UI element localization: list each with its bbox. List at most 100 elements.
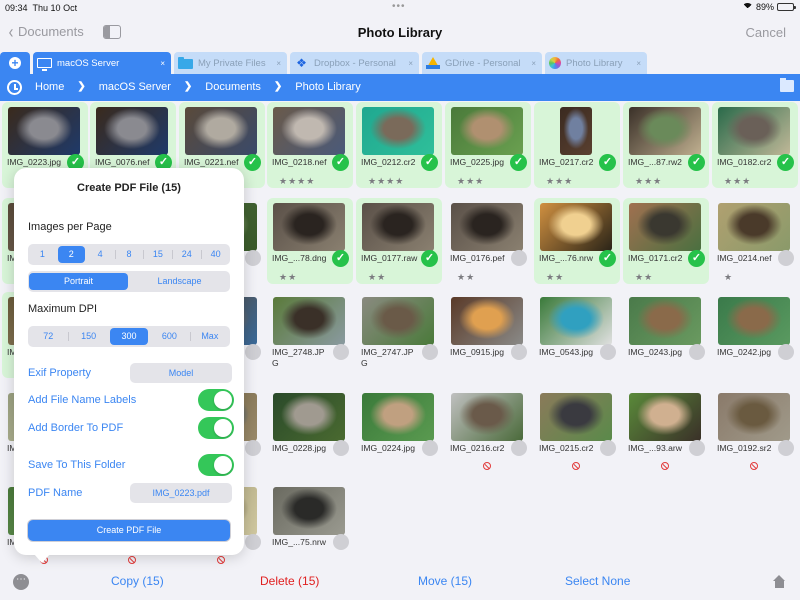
move-button[interactable]: Move (15) (418, 574, 472, 588)
delete-button[interactable]: Delete (15) (260, 574, 319, 588)
tab-close-icon[interactable]: × (531, 59, 536, 68)
save-to-folder-toggle[interactable] (198, 454, 234, 476)
select-circle-icon[interactable] (778, 344, 794, 360)
tab-dropbox-personal[interactable]: ❖ Dropbox - Personal × (290, 52, 419, 74)
breadcrumb-documents[interactable]: Documents (205, 81, 261, 93)
more-options-icon[interactable]: ⋯ (13, 574, 29, 590)
photo-item[interactable]: IMG_0217.cr2 ✓ ★★★ (534, 102, 620, 188)
select-circle-icon[interactable] (511, 250, 527, 266)
exif-property-select[interactable]: Model (130, 363, 232, 383)
select-circle-icon[interactable] (333, 440, 349, 456)
tab-close-icon[interactable]: × (408, 59, 413, 68)
photo-item[interactable]: IMG_0543.jpg (534, 292, 620, 378)
images-per-page-option-24[interactable]: 24 (172, 246, 200, 263)
tab-close-icon[interactable]: × (636, 59, 641, 68)
exif-property-label[interactable]: Exif Property (28, 367, 91, 379)
checkmark-icon[interactable]: ✓ (244, 154, 261, 171)
checkmark-icon[interactable]: ✓ (599, 250, 616, 267)
select-circle-icon[interactable] (778, 250, 794, 266)
orientation-option-landscape[interactable]: Landscape (130, 273, 229, 290)
select-circle-icon[interactable] (600, 344, 616, 360)
network-folder-icon[interactable] (780, 78, 794, 92)
select-circle-icon[interactable] (333, 534, 349, 550)
pdf-name-input[interactable]: IMG_0223.pdf (130, 483, 232, 503)
images-per-page-option-8[interactable]: 8 (114, 246, 143, 263)
photo-item[interactable]: IMG_...87.rw2 ✓ ★★★ (623, 102, 709, 188)
home-icon[interactable] (773, 575, 786, 588)
orientation-option-portrait[interactable]: Portrait (29, 273, 128, 290)
photo-item[interactable]: IMG_0218.nef ✓ ★★★★ (267, 102, 353, 188)
select-circle-icon[interactable] (333, 344, 349, 360)
copy-button[interactable]: Copy (15) (111, 574, 164, 588)
add-border-toggle[interactable] (198, 417, 234, 439)
select-circle-icon[interactable] (689, 344, 705, 360)
checkmark-icon[interactable]: ✓ (332, 154, 349, 171)
dpi-option-72[interactable]: 72 (29, 328, 67, 345)
add-file-name-labels-toggle[interactable] (198, 389, 234, 411)
dpi-option-600[interactable]: 600 (150, 328, 188, 345)
select-circle-icon[interactable] (245, 534, 261, 550)
checkmark-icon[interactable]: ✓ (332, 250, 349, 267)
images-per-page-option-4[interactable]: 4 (87, 246, 114, 263)
breadcrumb-home[interactable]: Home (35, 81, 64, 93)
photo-item[interactable]: IMG_0182.cr2 ✓ ★★★ (712, 102, 798, 188)
multitask-dots-icon[interactable]: ••• (392, 1, 406, 12)
select-circle-icon[interactable] (422, 440, 438, 456)
checkmark-icon[interactable]: ✓ (688, 154, 705, 171)
tab-close-icon[interactable]: × (276, 59, 281, 68)
photo-item[interactable]: IMG_0243.jpg (623, 292, 709, 378)
photo-item[interactable]: IMG_2748.JPG (267, 292, 353, 378)
photo-item[interactable]: IMG_...75.nrw (267, 482, 353, 562)
tab-my-private-files[interactable]: My Private Files × (174, 52, 287, 74)
checkmark-icon[interactable]: ✓ (510, 154, 527, 171)
photo-item[interactable]: IMG_0214.nef ★ (712, 198, 798, 284)
select-circle-icon[interactable] (600, 440, 616, 456)
select-circle-icon[interactable] (689, 440, 705, 456)
select-circle-icon[interactable] (511, 344, 527, 360)
breadcrumb-macos-server[interactable]: macOS Server (99, 81, 171, 93)
photo-item[interactable]: IMG_0228.jpg (267, 388, 353, 474)
breadcrumb-photo-library[interactable]: Photo Library (295, 81, 360, 93)
dpi-option-300[interactable]: 300 (109, 328, 149, 345)
photo-item[interactable]: IMG_0225.jpg ✓ ★★★ (445, 102, 531, 188)
photo-item[interactable]: IMG_...78.dng ✓ ★★ (267, 198, 353, 284)
select-circle-icon[interactable] (778, 440, 794, 456)
images-per-page-option-2[interactable]: 2 (57, 246, 85, 263)
select-circle-icon[interactable] (245, 440, 261, 456)
select-circle-icon[interactable] (245, 250, 261, 266)
cancel-button[interactable]: Cancel (746, 25, 786, 40)
photo-item[interactable]: IMG_0215.cr2 (534, 388, 620, 474)
dpi-option-150[interactable]: 150 (68, 328, 107, 345)
select-circle-icon[interactable] (422, 344, 438, 360)
tab-gdrive-personal[interactable]: GDrive - Personal × (422, 52, 542, 74)
select-circle-icon[interactable] (245, 344, 261, 360)
checkmark-icon[interactable]: ✓ (421, 154, 438, 171)
photo-item[interactable]: IMG_0915.jpg (445, 292, 531, 378)
create-pdf-button[interactable]: Create PDF File (28, 520, 230, 541)
photo-item[interactable]: IMG_0192.sr2 (712, 388, 798, 474)
photo-item[interactable]: IMG_0212.cr2 ✓ ★★★★ (356, 102, 442, 188)
photo-item[interactable]: IMG_0224.jpg (356, 388, 442, 474)
select-none-button[interactable]: Select None (565, 574, 630, 588)
add-tab-button[interactable]: + (0, 52, 30, 74)
photo-item[interactable]: IMG_...76.nrw ✓ ★★ (534, 198, 620, 284)
images-per-page-option-15[interactable]: 15 (143, 246, 171, 263)
tab-close-icon[interactable]: × (160, 59, 165, 68)
photo-item[interactable]: IMG_0177.raw ✓ ★★ (356, 198, 442, 284)
checkmark-icon[interactable]: ✓ (421, 250, 438, 267)
checkmark-icon[interactable]: ✓ (599, 154, 616, 171)
history-icon[interactable] (7, 80, 22, 95)
dpi-option-max[interactable]: Max (189, 328, 229, 345)
photo-item[interactable]: IMG_0171.cr2 ✓ ★★ (623, 198, 709, 284)
photo-item[interactable]: IMG_0176.pef ★★ (445, 198, 531, 284)
tab-photo-library[interactable]: Photo Library × (545, 52, 647, 74)
checkmark-icon[interactable]: ✓ (777, 154, 794, 171)
images-per-page-option-1[interactable]: 1 (29, 246, 56, 263)
select-circle-icon[interactable] (511, 440, 527, 456)
photo-item[interactable]: IMG_0242.jpg (712, 292, 798, 378)
photo-item[interactable]: IMG_0216.cr2 (445, 388, 531, 474)
checkmark-icon[interactable]: ✓ (688, 250, 705, 267)
images-per-page-option-40[interactable]: 40 (201, 246, 229, 263)
photo-item[interactable]: IMG_...93.arw (623, 388, 709, 474)
photo-item[interactable]: IMG_2747.JPG (356, 292, 442, 378)
